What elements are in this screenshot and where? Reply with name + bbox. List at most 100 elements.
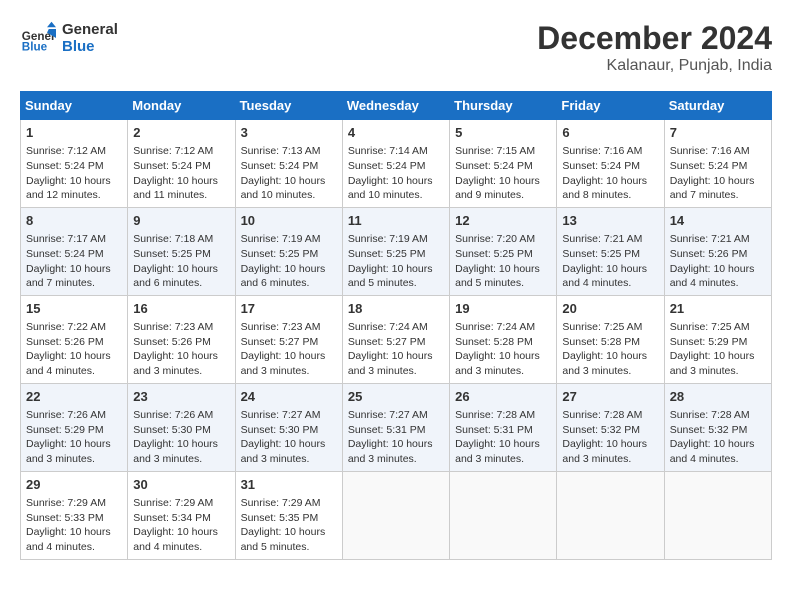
day-info: Sunrise: 7:16 AM Sunset: 5:24 PM Dayligh… [562,144,658,203]
day-info: Sunrise: 7:17 AM Sunset: 5:24 PM Dayligh… [26,232,122,291]
day-number: 11 [348,212,444,230]
calendar-header-row: SundayMondayTuesdayWednesdayThursdayFrid… [21,92,772,120]
day-info: Sunrise: 7:27 AM Sunset: 5:31 PM Dayligh… [348,408,444,467]
calendar-cell [557,471,664,559]
calendar-cell: 7 Sunrise: 7:16 AM Sunset: 5:24 PM Daylig… [664,120,771,208]
day-number: 19 [455,300,551,318]
calendar-cell: 11 Sunrise: 7:19 AM Sunset: 5:25 PM Dayli… [342,207,449,295]
page-header: General Blue General Blue December 2024 … [20,20,772,75]
day-number: 6 [562,124,658,142]
calendar-header-friday: Friday [557,92,664,120]
day-number: 29 [26,476,122,494]
day-number: 27 [562,388,658,406]
calendar-cell [664,471,771,559]
calendar-cell: 20Sunrise: 7:25 AM Sunset: 5:28 PM Dayli… [557,295,664,383]
day-info: Sunrise: 7:13 AM Sunset: 5:24 PM Dayligh… [241,144,337,203]
day-info: Sunrise: 7:23 AM Sunset: 5:27 PM Dayligh… [241,320,337,379]
day-info: Sunrise: 7:28 AM Sunset: 5:32 PM Dayligh… [562,408,658,467]
calendar-cell: 31 Sunrise: 7:29 AM Sunset: 5:35 PM Dayli… [235,471,342,559]
calendar-cell: 8 Sunrise: 7:17 AM Sunset: 5:24 PM Daylig… [21,207,128,295]
day-info: Sunrise: 7:21 AM Sunset: 5:26 PM Dayligh… [670,232,766,291]
day-number: 15 [26,300,122,318]
calendar-cell: 14 Sunrise: 7:21 AM Sunset: 5:26 PM Dayli… [664,207,771,295]
calendar-cell [342,471,449,559]
day-number: 17 [241,300,337,318]
calendar-cell [450,471,557,559]
calendar-header-thursday: Thursday [450,92,557,120]
day-number: 24 [241,388,337,406]
calendar-week-row: 8 Sunrise: 7:17 AM Sunset: 5:24 PM Daylig… [21,207,772,295]
day-info: Sunrise: 7:22 AM Sunset: 5:26 PM Dayligh… [26,320,122,379]
day-number: 31 [241,476,337,494]
day-info: Sunrise: 7:29 AM Sunset: 5:33 PM Dayligh… [26,496,122,555]
day-info: Sunrise: 7:18 AM Sunset: 5:25 PM Dayligh… [133,232,229,291]
day-number: 5 [455,124,551,142]
day-number: 23 [133,388,229,406]
day-info: Sunrise: 7:16 AM Sunset: 5:24 PM Dayligh… [670,144,766,203]
calendar-cell: 18 Sunrise: 7:24 AM Sunset: 5:27 PM Dayli… [342,295,449,383]
calendar-header-wednesday: Wednesday [342,92,449,120]
day-info: Sunrise: 7:28 AM Sunset: 5:31 PM Dayligh… [455,408,551,467]
day-info: Sunrise: 7:29 AM Sunset: 5:35 PM Dayligh… [241,496,337,555]
svg-text:Blue: Blue [22,41,48,54]
calendar-week-row: 15 Sunrise: 7:22 AM Sunset: 5:26 PM Dayli… [21,295,772,383]
day-info: Sunrise: 7:26 AM Sunset: 5:29 PM Dayligh… [26,408,122,467]
calendar-header-sunday: Sunday [21,92,128,120]
day-info: Sunrise: 7:19 AM Sunset: 5:25 PM Dayligh… [348,232,444,291]
day-info: Sunrise: 7:23 AM Sunset: 5:26 PM Dayligh… [133,320,229,379]
calendar-week-row: 22 Sunrise: 7:26 AM Sunset: 5:29 PM Dayli… [21,383,772,471]
day-number: 16 [133,300,229,318]
calendar-cell: 6 Sunrise: 7:16 AM Sunset: 5:24 PM Daylig… [557,120,664,208]
day-number: 9 [133,212,229,230]
day-info: Sunrise: 7:15 AM Sunset: 5:24 PM Dayligh… [455,144,551,203]
day-number: 14 [670,212,766,230]
day-info: Sunrise: 7:20 AM Sunset: 5:25 PM Dayligh… [455,232,551,291]
calendar-week-row: 1Sunrise: 7:12 AM Sunset: 5:24 PM Daylig… [21,120,772,208]
day-info: Sunrise: 7:25 AM Sunset: 5:29 PM Dayligh… [670,320,766,379]
logo: General Blue General Blue [20,20,118,56]
day-info: Sunrise: 7:12 AM Sunset: 5:24 PM Dayligh… [133,144,229,203]
day-info: Sunrise: 7:14 AM Sunset: 5:24 PM Dayligh… [348,144,444,203]
calendar-cell: 29 Sunrise: 7:29 AM Sunset: 5:33 PM Dayli… [21,471,128,559]
calendar-cell: 2Sunrise: 7:12 AM Sunset: 5:24 PM Daylig… [128,120,235,208]
calendar-cell: 25 Sunrise: 7:27 AM Sunset: 5:31 PM Dayli… [342,383,449,471]
day-info: Sunrise: 7:12 AM Sunset: 5:24 PM Dayligh… [26,144,122,203]
day-number: 18 [348,300,444,318]
day-info: Sunrise: 7:24 AM Sunset: 5:27 PM Dayligh… [348,320,444,379]
calendar-cell: 23 Sunrise: 7:26 AM Sunset: 5:30 PM Dayli… [128,383,235,471]
logo-text-blue: Blue [62,38,118,55]
day-info: Sunrise: 7:25 AM Sunset: 5:28 PM Dayligh… [562,320,658,379]
calendar-cell: 9 Sunrise: 7:18 AM Sunset: 5:25 PM Daylig… [128,207,235,295]
day-number: 28 [670,388,766,406]
calendar-cell: 16 Sunrise: 7:23 AM Sunset: 5:26 PM Dayli… [128,295,235,383]
day-number: 25 [348,388,444,406]
calendar-cell: 5 Sunrise: 7:15 AM Sunset: 5:24 PM Daylig… [450,120,557,208]
calendar-cell: 27 Sunrise: 7:28 AM Sunset: 5:32 PM Dayli… [557,383,664,471]
day-info: Sunrise: 7:28 AM Sunset: 5:32 PM Dayligh… [670,408,766,467]
day-number: 22 [26,388,122,406]
calendar-cell: 24 Sunrise: 7:27 AM Sunset: 5:30 PM Dayli… [235,383,342,471]
month-title: December 2024 [537,20,772,57]
calendar-cell: 15 Sunrise: 7:22 AM Sunset: 5:26 PM Dayli… [21,295,128,383]
calendar-header-monday: Monday [128,92,235,120]
day-number: 10 [241,212,337,230]
calendar-cell: 30Sunrise: 7:29 AM Sunset: 5:34 PM Dayli… [128,471,235,559]
day-number: 13 [562,212,658,230]
title-block: December 2024 Kalanaur, Punjab, India [537,20,772,75]
day-number: 3 [241,124,337,142]
day-number: 7 [670,124,766,142]
logo-text-general: General [62,21,118,38]
calendar-cell: 12Sunrise: 7:20 AM Sunset: 5:25 PM Dayli… [450,207,557,295]
day-info: Sunrise: 7:26 AM Sunset: 5:30 PM Dayligh… [133,408,229,467]
day-number: 8 [26,212,122,230]
calendar-cell: 28 Sunrise: 7:28 AM Sunset: 5:32 PM Dayli… [664,383,771,471]
calendar-cell: 1Sunrise: 7:12 AM Sunset: 5:24 PM Daylig… [21,120,128,208]
calendar-cell: 26Sunrise: 7:28 AM Sunset: 5:31 PM Dayli… [450,383,557,471]
logo-icon: General Blue [20,20,56,56]
calendar-header-tuesday: Tuesday [235,92,342,120]
day-info: Sunrise: 7:27 AM Sunset: 5:30 PM Dayligh… [241,408,337,467]
day-info: Sunrise: 7:19 AM Sunset: 5:25 PM Dayligh… [241,232,337,291]
day-info: Sunrise: 7:24 AM Sunset: 5:28 PM Dayligh… [455,320,551,379]
calendar-week-row: 29 Sunrise: 7:29 AM Sunset: 5:33 PM Dayli… [21,471,772,559]
calendar-table: SundayMondayTuesdayWednesdayThursdayFrid… [20,91,772,560]
